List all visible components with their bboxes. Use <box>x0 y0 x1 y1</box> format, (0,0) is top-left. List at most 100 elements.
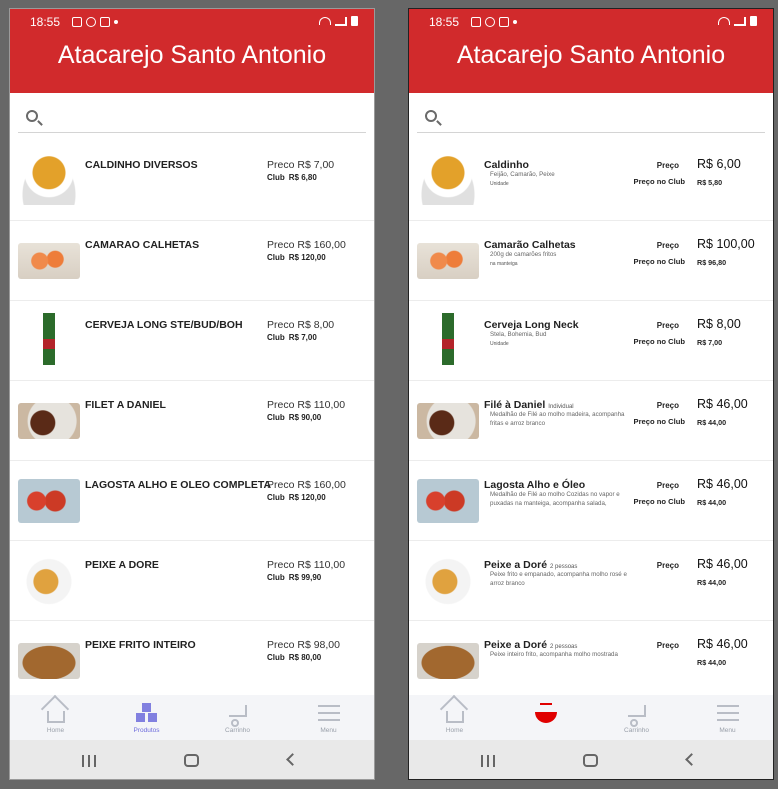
home-button-icon[interactable] <box>184 754 199 767</box>
portion-tag: 2 pessoas <box>550 644 578 650</box>
product-image <box>18 643 80 679</box>
tab-carrinho[interactable]: Carrinho <box>192 695 283 740</box>
tab-produtos[interactable] <box>500 695 591 740</box>
product-description: Medalhão de Filé ao molho Cozidas no vap… <box>490 491 628 508</box>
club-label: Preço no Club <box>633 417 685 426</box>
image-icon <box>72 17 82 27</box>
tab-label: Carrinho <box>225 727 250 734</box>
list-item[interactable]: Peixe a Doré 2 pessoas Peixe inteiro frit… <box>409 621 773 694</box>
app-header: 18:55 Atacarejo Santo Antonio <box>10 9 374 93</box>
home-button-icon[interactable] <box>583 754 598 767</box>
tab-home[interactable]: Home <box>409 695 500 740</box>
list-item[interactable]: Cerveja Long Neck Stela, Bohemia, Bud Uni… <box>409 301 773 381</box>
product-image <box>417 313 479 365</box>
club-label: Club <box>267 173 285 182</box>
price-value: R$ 8,00 <box>297 319 335 331</box>
price-value: R$ 46,00 <box>697 397 748 411</box>
list-item[interactable]: FILET A DANIEL Preco R$ 110,00 Club R$ 90… <box>10 381 374 461</box>
product-name: Camarão Calhetas <box>484 239 576 251</box>
price-value: R$ 46,00 <box>697 637 748 651</box>
recent-apps-icon[interactable] <box>481 755 495 767</box>
recent-apps-icon[interactable] <box>82 755 96 767</box>
product-name: Peixe a Doré 2 pessoas <box>484 559 577 571</box>
boxes-icon <box>135 703 158 723</box>
price-value: R$ 160,00 <box>297 239 346 251</box>
club-label: Club <box>267 653 285 662</box>
price-label: Preço <box>656 321 679 330</box>
club-price-line: Club R$ 99,90 <box>267 573 321 582</box>
message-icon <box>499 17 509 27</box>
list-item[interactable]: CAMARAO CALHETAS Preco R$ 160,00 Club R$ … <box>10 221 374 301</box>
back-icon[interactable] <box>286 753 299 766</box>
product-image <box>417 403 479 439</box>
price-label: Preco <box>267 159 295 171</box>
club-price-value: R$ 80,00 <box>288 653 322 662</box>
tab-menu[interactable]: Menu <box>682 695 773 740</box>
bowl-icon <box>534 703 557 725</box>
product-name: Lagosta Alho e Óleo <box>484 479 585 491</box>
price-label: Preço <box>656 241 679 250</box>
search-icon <box>26 110 38 122</box>
product-description: Peixe frito e empanado, acompanha molho … <box>490 571 628 588</box>
product-name-text: Lagosta Alho e Óleo <box>484 479 586 491</box>
list-item[interactable]: PEIXE FRITO INTEIRO Preco R$ 98,00 Club R… <box>10 621 374 694</box>
wifi-icon <box>319 17 331 25</box>
message-icon <box>100 17 110 27</box>
product-image <box>417 153 479 205</box>
list-item[interactable]: Camarão Calhetas 200g de camarões fritos… <box>409 221 773 301</box>
dot-icon <box>114 20 118 24</box>
list-item[interactable]: Peixe a Doré 2 pessoas Peixe frito e empa… <box>409 541 773 621</box>
club-price-value: R$ 90,00 <box>288 413 322 422</box>
price-value: R$ 46,00 <box>697 477 748 491</box>
club-price-value: R$ 99,90 <box>288 573 322 582</box>
product-list[interactable]: CALDINHO DIVERSOS Preco R$ 7,00 Club R$ 6… <box>10 141 374 694</box>
club-price-line: Club R$ 80,00 <box>267 653 321 662</box>
club-label: Club <box>267 333 285 342</box>
product-name-text: Peixe a Doré <box>484 559 548 571</box>
club-label: Club <box>267 493 285 502</box>
android-nav-bar <box>409 740 773 779</box>
portion-tag: 2 pessoas <box>550 564 578 570</box>
product-name-text: Peixe a Doré <box>484 639 548 651</box>
price-line: Preco R$ 8,00 <box>267 319 334 331</box>
tab-label: Home <box>445 727 464 734</box>
search-input[interactable] <box>417 107 765 133</box>
product-name: CAMARAO CALHETAS <box>85 239 200 251</box>
bottom-tab-bar: Home Carrinho Menu <box>409 695 773 740</box>
list-item[interactable]: LAGOSTA ALHO E OLEO COMPLETA Preco R$ 16… <box>10 461 374 541</box>
price-label: Preco <box>267 479 295 491</box>
list-item[interactable]: Filé à Daniel Individual Medalhão de Filé… <box>409 381 773 461</box>
list-item[interactable]: Lagosta Alho e Óleo Medalhão de Filé ao … <box>409 461 773 541</box>
description-text: Feijão, Camarão, Peixe <box>490 171 555 178</box>
tab-carrinho[interactable]: Carrinho <box>591 695 682 740</box>
club-label: Club <box>267 253 285 262</box>
product-list[interactable]: Caldinho Feijão, Camarão, Peixe Unidade P… <box>409 141 773 694</box>
product-name-text: Cerveja Long Neck <box>484 319 579 331</box>
list-item[interactable]: CALDINHO DIVERSOS Preco R$ 7,00 Club R$ 6… <box>10 141 374 221</box>
price-value: R$ 100,00 <box>697 237 755 251</box>
list-item[interactable]: Caldinho Feijão, Camarão, Peixe Unidade P… <box>409 141 773 221</box>
whatsapp-icon <box>485 17 495 27</box>
tab-label: Carrinho <box>624 727 649 734</box>
price-line: Preco R$ 160,00 <box>267 479 346 491</box>
product-image <box>417 479 479 523</box>
product-name: Cerveja Long Neck <box>484 319 579 331</box>
notification-icons <box>72 17 118 27</box>
tab-produtos[interactable]: Produtos <box>101 695 192 740</box>
description-text: Medalhão de Filé ao molho madeira, acomp… <box>490 411 625 427</box>
price-label: Preço <box>656 401 679 410</box>
back-icon[interactable] <box>685 753 698 766</box>
tab-home[interactable]: Home <box>10 695 101 740</box>
list-item[interactable]: CERVEJA LONG STE/BUD/BOH Preco R$ 8,00 C… <box>10 301 374 381</box>
status-time: 18:55 <box>429 15 460 29</box>
product-image <box>18 553 80 605</box>
signal-icon <box>335 16 347 26</box>
status-time: 18:55 <box>30 15 61 29</box>
search-input[interactable] <box>18 107 366 133</box>
product-image <box>18 403 80 439</box>
left-phone-screen: 18:55 Atacarejo Santo Antonio CALDINHO D… <box>9 8 375 780</box>
tab-menu[interactable]: Menu <box>283 695 374 740</box>
list-item[interactable]: PEIXE A DORE Preco R$ 110,00 Club R$ 99,9… <box>10 541 374 621</box>
home-icon <box>46 711 65 723</box>
club-price-value: R$ 44,00 <box>697 498 727 507</box>
